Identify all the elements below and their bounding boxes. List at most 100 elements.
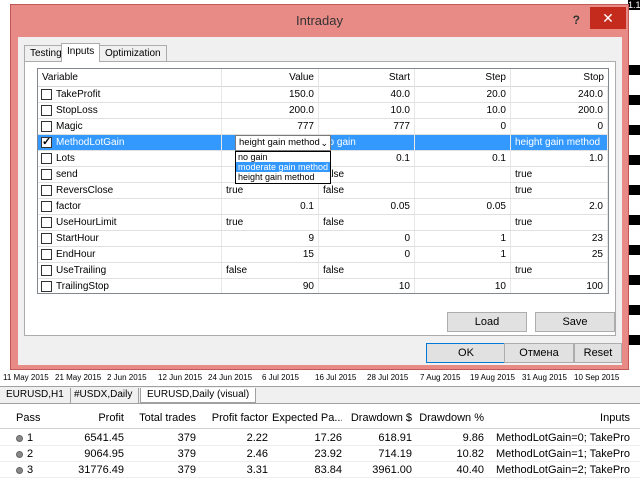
reset-button[interactable]: Reset bbox=[574, 343, 622, 363]
start-cell[interactable]: 777 bbox=[319, 119, 415, 134]
chart-tab[interactable]: EURUSD,H1 bbox=[0, 388, 71, 403]
stop-cell[interactable]: 0 bbox=[511, 119, 608, 134]
save-button[interactable]: Save bbox=[535, 312, 615, 332]
start-cell[interactable]: 10.0 bbox=[319, 103, 415, 118]
stop-cell[interactable]: true bbox=[511, 183, 608, 198]
start-cell[interactable]: 40.0 bbox=[319, 87, 415, 102]
input-row[interactable]: TakeProfit 150.0 40.0 20.0 240.0 bbox=[38, 87, 608, 103]
dropdown-option[interactable]: no gain bbox=[236, 152, 330, 162]
column-header-stop[interactable]: Stop bbox=[511, 69, 608, 87]
optimize-checkbox[interactable] bbox=[41, 153, 52, 164]
stop-cell[interactable]: true bbox=[511, 167, 608, 182]
step-cell[interactable] bbox=[415, 215, 511, 230]
step-cell[interactable] bbox=[415, 167, 511, 182]
value-cell[interactable]: 0.1 bbox=[222, 199, 319, 214]
close-icon[interactable]: ✕ bbox=[590, 7, 626, 29]
column-header[interactable]: Expected Pa... bbox=[272, 407, 342, 428]
optimize-checkbox[interactable] bbox=[41, 233, 52, 244]
start-cell[interactable]: 0 bbox=[319, 247, 415, 262]
step-cell[interactable]: 0.05 bbox=[415, 199, 511, 214]
column-header[interactable]: Profit factor bbox=[200, 407, 268, 428]
column-header[interactable]: Total trades bbox=[128, 407, 196, 428]
input-row[interactable]: TrailingStop 90 10 10 100 bbox=[38, 279, 608, 293]
optimize-checkbox[interactable] bbox=[41, 265, 52, 276]
tab-inputs[interactable]: Inputs bbox=[61, 43, 101, 62]
start-cell[interactable]: 0 bbox=[319, 231, 415, 246]
value-cell[interactable]: 9 bbox=[222, 231, 319, 246]
value-cell[interactable]: true bbox=[222, 215, 319, 230]
column-header-value[interactable]: Value bbox=[222, 69, 319, 87]
chart-tab[interactable]: #USDX,Daily bbox=[68, 388, 140, 403]
cancel-button[interactable]: Отмена bbox=[504, 343, 574, 363]
step-cell[interactable] bbox=[415, 183, 511, 198]
step-cell[interactable] bbox=[415, 263, 511, 278]
start-cell[interactable]: false bbox=[319, 263, 415, 278]
start-cell[interactable]: 0.05 bbox=[319, 199, 415, 214]
step-cell[interactable]: 0.1 bbox=[415, 151, 511, 166]
column-header[interactable]: Inputs bbox=[496, 407, 630, 428]
value-cell[interactable]: 777 bbox=[222, 119, 319, 134]
value-cell[interactable]: false bbox=[222, 263, 319, 278]
column-header[interactable]: Drawdown $ bbox=[346, 407, 412, 428]
optimize-checkbox[interactable] bbox=[41, 249, 52, 260]
value-cell[interactable]: true bbox=[222, 183, 319, 198]
column-header[interactable]: Profit bbox=[60, 407, 124, 428]
input-row[interactable]: UseHourLimit true false true bbox=[38, 215, 608, 231]
input-row[interactable]: factor 0.1 0.05 0.05 2.0 bbox=[38, 199, 608, 215]
results-row[interactable]: 2 9064.95 379 2.46 23.92 714.19 10.82 Me… bbox=[0, 446, 640, 462]
stop-cell[interactable]: 100 bbox=[511, 279, 608, 293]
stop-cell[interactable]: true bbox=[511, 215, 608, 230]
input-row[interactable]: StartHour 9 0 1 23 bbox=[38, 231, 608, 247]
optimize-checkbox[interactable] bbox=[41, 281, 52, 292]
chevron-down-icon[interactable]: ⌄ bbox=[320, 136, 328, 150]
column-header[interactable]: Pass bbox=[16, 407, 40, 428]
input-row[interactable]: UseTrailing false false true bbox=[38, 263, 608, 279]
dropdown-option[interactable]: height gain method bbox=[236, 172, 330, 182]
results-row[interactable]: 3 31776.49 379 3.31 83.84 3961.00 40.40 … bbox=[0, 462, 640, 478]
help-icon[interactable]: ? bbox=[573, 13, 580, 27]
column-header-step[interactable]: Step bbox=[415, 69, 511, 87]
step-cell[interactable]: 1 bbox=[415, 247, 511, 262]
start-cell[interactable]: 0.1 bbox=[319, 151, 415, 166]
optimize-checkbox[interactable] bbox=[41, 169, 52, 180]
column-header-start[interactable]: Start bbox=[319, 69, 415, 87]
stop-cell[interactable]: 25 bbox=[511, 247, 608, 262]
stop-cell[interactable]: 240.0 bbox=[511, 87, 608, 102]
input-row[interactable]: Magic 777 777 0 0 bbox=[38, 119, 608, 135]
optimize-checkbox[interactable] bbox=[41, 135, 52, 150]
optimize-checkbox[interactable] bbox=[41, 217, 52, 228]
step-cell[interactable]: 1 bbox=[415, 231, 511, 246]
input-row[interactable]: StopLoss 200.0 10.0 10.0 200.0 bbox=[38, 103, 608, 119]
column-header[interactable]: Drawdown % bbox=[416, 407, 484, 428]
value-cell[interactable]: 150.0 bbox=[222, 87, 319, 102]
results-row[interactable]: 1 6541.45 379 2.22 17.26 618.91 9.86 Met… bbox=[0, 430, 640, 446]
stop-cell[interactable]: 2.0 bbox=[511, 199, 608, 214]
optimize-checkbox[interactable] bbox=[41, 121, 52, 132]
stop-cell[interactable]: 1.0 bbox=[511, 151, 608, 166]
method-combobox[interactable]: height gain method ⌄ bbox=[235, 135, 331, 151]
step-cell[interactable]: 20.0 bbox=[415, 87, 511, 102]
stop-cell[interactable]: 200.0 bbox=[511, 103, 608, 118]
step-cell[interactable]: 0 bbox=[415, 119, 511, 134]
optimize-checkbox[interactable] bbox=[41, 89, 52, 100]
step-cell[interactable] bbox=[415, 135, 511, 150]
column-header-variable[interactable]: Variable bbox=[38, 69, 222, 87]
start-cell[interactable]: 10 bbox=[319, 279, 415, 293]
stop-cell[interactable]: height gain method bbox=[511, 135, 608, 150]
stop-cell[interactable]: true bbox=[511, 263, 608, 278]
start-cell[interactable]: no gain bbox=[319, 135, 415, 150]
input-row[interactable]: ReversClose true false true bbox=[38, 183, 608, 199]
ok-button[interactable]: OK bbox=[426, 343, 506, 363]
start-cell[interactable]: false bbox=[319, 167, 415, 182]
step-cell[interactable]: 10 bbox=[415, 279, 511, 293]
value-cell[interactable]: 15 bbox=[222, 247, 319, 262]
chart-tab-active[interactable]: EURUSD,Daily (visual) bbox=[140, 388, 257, 403]
start-cell[interactable]: false bbox=[319, 183, 415, 198]
value-cell[interactable]: 200.0 bbox=[222, 103, 319, 118]
optimize-checkbox[interactable] bbox=[41, 185, 52, 196]
optimize-checkbox[interactable] bbox=[41, 105, 52, 116]
load-button[interactable]: Load bbox=[447, 312, 527, 332]
tab-optimization[interactable]: Optimization bbox=[99, 45, 167, 61]
step-cell[interactable]: 10.0 bbox=[415, 103, 511, 118]
optimize-checkbox[interactable] bbox=[41, 201, 52, 212]
